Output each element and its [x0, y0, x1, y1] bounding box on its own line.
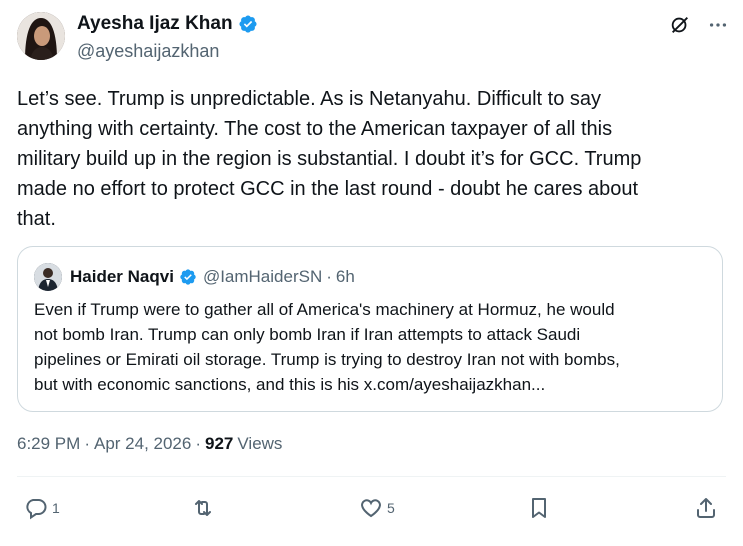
divider [17, 476, 726, 477]
tweet-meta: 6:29 PM · Apr 24, 2026 · 927 Views [17, 434, 282, 454]
grok-icon[interactable] [669, 14, 691, 36]
quoted-verified-badge-icon [179, 268, 197, 286]
quoted-separator: · [326, 267, 332, 286]
action-bar: 1 5 [0, 492, 743, 526]
like-count: 5 [387, 500, 395, 516]
tweet-date[interactable]: Apr 24, 2026 [94, 434, 191, 454]
author-name-row: Ayesha Ijaz Khan [77, 13, 258, 35]
quoted-author-handle: @IamHaiderSN [202, 267, 323, 286]
repost-button[interactable] [191, 496, 219, 520]
quoted-timestamp: 6h [335, 267, 355, 286]
tweet-time[interactable]: 6:29 PM [17, 434, 80, 454]
like-button[interactable]: 5 [359, 496, 395, 520]
reply-icon [24, 496, 48, 520]
quoted-avatar [34, 263, 62, 291]
tweet-text: Let’s see. Trump is unpredictable. As is… [17, 88, 642, 230]
author-avatar[interactable] [17, 12, 65, 60]
quoted-header: Haider Naqvi @IamHaiderSN · 6h [34, 263, 355, 291]
repost-icon [191, 496, 215, 520]
bookmark-icon [527, 496, 551, 520]
like-icon [359, 496, 383, 520]
meta-separator: · [195, 434, 202, 453]
quoted-text: Even if Trump were to gather all of Amer… [34, 300, 620, 394]
author-name[interactable]: Ayesha Ijaz Khan [77, 13, 233, 35]
bookmark-button[interactable] [527, 496, 551, 520]
share-icon [694, 496, 718, 520]
reply-count: 1 [52, 500, 60, 516]
reply-button[interactable]: 1 [24, 496, 60, 520]
share-button[interactable] [694, 496, 718, 520]
more-icon[interactable] [707, 14, 729, 36]
meta-separator: · [84, 434, 90, 453]
top-actions [669, 14, 729, 36]
quoted-author-name: Haider Naqvi [70, 267, 174, 286]
views-count: 927 [205, 434, 234, 453]
views-label: Views [237, 434, 283, 453]
author-handle[interactable]: @ayeshaijazkhan [77, 41, 219, 62]
tweet: Ayesha Ijaz Khan @ayeshaijazkhan Let’s s… [0, 0, 743, 546]
quoted-tweet[interactable]: Haider Naqvi @IamHaiderSN · 6h Even if T… [17, 246, 723, 412]
verified-badge-icon [238, 14, 258, 34]
